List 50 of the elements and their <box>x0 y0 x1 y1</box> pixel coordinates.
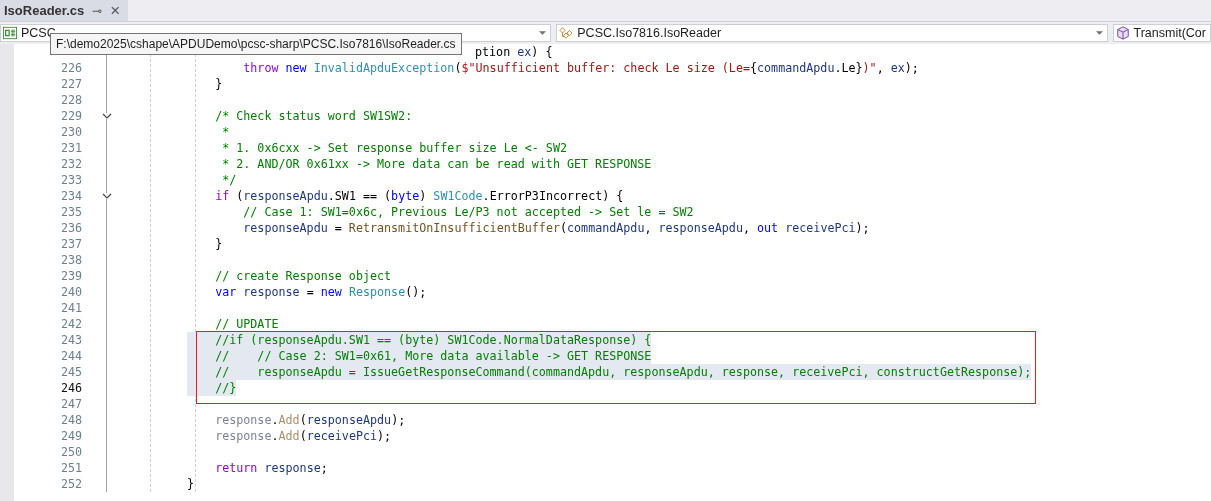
dropdown-value: PCSC.Iso7816.IsoReader <box>577 26 723 40</box>
line-number: 249 <box>60 429 82 443</box>
dropdown-value: Transmit(Cor <box>1133 26 1206 40</box>
code-line: throw new InvalidApduException($"Unsufficient buffer: check Le size (Le={commandApdu.Le})", ex); <box>242 60 919 76</box>
line-number: 248 <box>60 413 82 427</box>
code-line: return response; <box>214 460 328 476</box>
code-line: ption ex) { <box>475 44 553 60</box>
code-line: response.Add(receivePci); <box>214 428 392 444</box>
line-number: 251 <box>60 461 82 475</box>
line-number: 227 <box>60 77 82 91</box>
line-number: 245 <box>60 365 82 379</box>
code-line: * 2. AND/OR 0x61xx -> More data can be read with GET RESPONSE <box>221 156 652 172</box>
line-number: 229 <box>60 109 82 123</box>
line-number: 230 <box>60 125 82 139</box>
line-number: 234 <box>60 189 82 203</box>
code-line: responseApdu = RetransmitOnInsufficientBuffer(commandApdu, responseApdu, out receivePci); <box>242 220 870 236</box>
line-number: 228 <box>60 93 82 107</box>
code-line: // create Response object <box>214 268 392 284</box>
tab-title: IsoReader.cs <box>4 3 85 18</box>
code-line: var response = new Response(); <box>214 284 427 300</box>
line-number: 252 <box>60 477 82 491</box>
code-line: } <box>214 76 223 92</box>
line-number: 235 <box>60 205 82 219</box>
code-line: /* Check status word SW1SW2: <box>214 108 413 124</box>
line-number: 246 <box>60 381 82 395</box>
code-line: } <box>187 476 195 492</box>
code-line: * <box>221 124 230 140</box>
line-number: 240 <box>60 285 82 299</box>
line-number: 233 <box>60 173 82 187</box>
code-line: // Case 1: SW1=0x6c, Previous Le/P3 not accepted -> Set le = SW2 <box>242 204 694 220</box>
line-number: 226 <box>60 61 82 75</box>
line-number: 239 <box>60 269 82 283</box>
line-number: 238 <box>60 253 82 267</box>
line-number: 243 <box>60 333 82 347</box>
line-number: 232 <box>60 157 82 171</box>
line-number: 237 <box>60 237 82 251</box>
line-number: 242 <box>60 317 82 331</box>
line-number: 241 <box>60 301 82 315</box>
line-number: 231 <box>60 141 82 155</box>
line-number: 236 <box>60 221 82 235</box>
code-line: } <box>214 236 223 252</box>
code-line: response.Add(responseApdu); <box>214 412 406 428</box>
code-line: * 1. 0x6cxx -> Set response buffer size Le <- SW2 <box>221 140 567 156</box>
line-number: 250 <box>60 445 82 459</box>
line-number: 247 <box>60 397 82 411</box>
line-number: 244 <box>60 349 82 363</box>
file-path-tooltip: F:\demo2025\cshape\APDUDemo\pcsc-sharp\PCSC.Iso7816\IsoReader.cs <box>50 33 462 55</box>
code-line: */ <box>221 172 237 188</box>
code-line: // UPDATE <box>214 316 279 332</box>
code-line: if (responseApdu.SW1 == (byte) SW1Code.ErrorP3Incorrect) { <box>214 188 624 204</box>
